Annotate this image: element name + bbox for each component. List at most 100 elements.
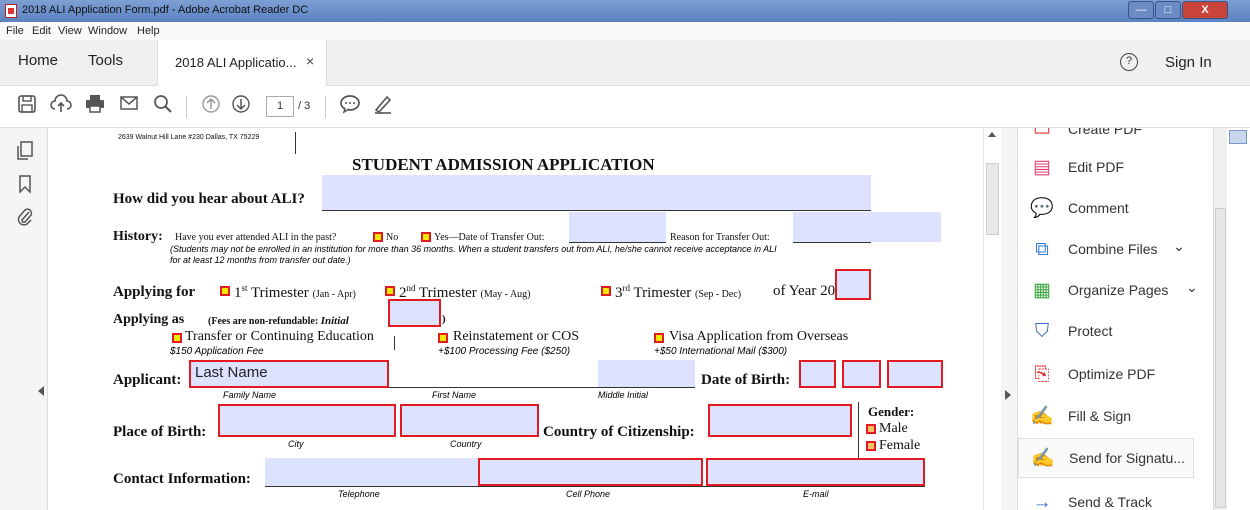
organize-pages-icon: ▦ <box>1033 280 1051 301</box>
transfer-checkbox[interactable] <box>172 333 182 343</box>
menu-file[interactable]: File <box>6 25 24 37</box>
page-up-icon[interactable] <box>198 94 224 118</box>
save-icon[interactable] <box>14 94 40 118</box>
middle-initial-field[interactable] <box>598 360 695 388</box>
fees-note-label: (Fees are non-refundable: Initial <box>208 315 349 327</box>
combine-files-icon: ⧉ <box>1035 239 1049 260</box>
collapse-right-arrow-icon[interactable] <box>1005 390 1011 400</box>
upload-cloud-icon[interactable] <box>48 94 74 118</box>
paperclip-icon[interactable] <box>14 206 36 230</box>
dob-month-field[interactable] <box>799 360 836 388</box>
history-yes-label: Yes—Date of Transfer Out: <box>434 232 545 243</box>
country-caption: Country <box>450 439 482 449</box>
female-checkbox[interactable] <box>866 441 876 451</box>
applying-as-label: Applying as <box>113 312 185 327</box>
reason-field[interactable] <box>793 212 941 242</box>
tab-tools[interactable]: Tools <box>88 52 123 69</box>
tool-edit-pdf[interactable]: ▤ Edit PDF <box>1018 148 1198 188</box>
page-thumbnails-icon[interactable] <box>14 140 36 164</box>
birth-country-field[interactable] <box>400 404 539 437</box>
document-viewer[interactable]: 2639 Walnut Hill Lane #230 Dallas, TX 75… <box>48 128 983 510</box>
tool-label: Comment <box>1068 200 1129 216</box>
hear-about-field[interactable] <box>322 175 871 210</box>
pen-icon[interactable] <box>370 94 396 118</box>
tool-label: Organize Pages <box>1068 282 1169 298</box>
background-window-edge <box>1227 128 1250 510</box>
tool-protect[interactable]: ⛉ Protect <box>1018 312 1198 352</box>
close-button[interactable]: X <box>1182 1 1228 19</box>
fees-note-close: ) <box>442 313 446 325</box>
tab-close-icon[interactable]: × <box>306 53 314 69</box>
first-name-caption: First Name <box>432 390 477 400</box>
page-number-input[interactable]: 1 <box>266 96 294 117</box>
visa-checkbox[interactable] <box>654 333 664 343</box>
dob-day-field[interactable] <box>842 360 881 388</box>
tab-document[interactable]: 2018 ALI Applicatio... × <box>157 40 327 86</box>
chevron-down-icon[interactable]: ⌄ <box>1186 279 1198 296</box>
tool-label: Optimize PDF <box>1068 366 1156 382</box>
print-icon[interactable] <box>82 94 108 118</box>
scroll-up-arrow-icon[interactable] <box>988 132 996 137</box>
tool-optimize-pdf[interactable]: ⎘ Optimize PDF <box>1018 355 1198 395</box>
menu-edit[interactable]: Edit <box>32 25 51 37</box>
cell-phone-field[interactable] <box>478 458 703 486</box>
menu-view[interactable]: View <box>58 25 82 37</box>
tool-organize-pages[interactable]: ▦ Organize Pages ⌄ <box>1018 271 1198 311</box>
scroll-thumb[interactable] <box>986 163 999 235</box>
tool-combine-files[interactable]: ⧉ Combine Files ⌄ <box>1018 230 1198 270</box>
telephone-caption: Telephone <box>338 489 380 499</box>
trimester-3-label: 3rd Trimester (Sep - Dec) <box>615 283 741 302</box>
menu-bar: File Edit View Window Help <box>0 22 1250 40</box>
telephone-field[interactable] <box>265 458 478 486</box>
tools-panel-scrollbar[interactable] <box>1213 128 1227 510</box>
tool-fill-sign[interactable]: ✍ Fill & Sign <box>1018 397 1198 437</box>
fill-sign-icon: ✍ <box>1030 406 1054 427</box>
sign-in-link[interactable]: Sign In <box>1165 54 1212 71</box>
minimize-button[interactable]: — <box>1128 1 1154 19</box>
tool-comment[interactable]: 💬 Comment <box>1018 189 1198 229</box>
history-yes-checkbox[interactable] <box>421 232 431 242</box>
transfer-date-field[interactable] <box>569 212 666 242</box>
email-field[interactable] <box>706 458 925 486</box>
maximize-button[interactable]: □ <box>1155 1 1181 19</box>
menu-help[interactable]: Help <box>137 25 160 37</box>
bookmark-icon[interactable] <box>14 174 36 198</box>
year-field[interactable] <box>835 269 871 300</box>
history-no-checkbox[interactable] <box>373 232 383 242</box>
tool-send-track[interactable]: → Send & Track <box>1018 483 1198 510</box>
male-label: Male <box>879 421 908 436</box>
search-icon[interactable] <box>150 94 176 118</box>
tab-bar: Home Tools 2018 ALI Applicatio... × ? Si… <box>0 40 1250 86</box>
toolbar-divider <box>186 96 187 118</box>
trimester-3-checkbox[interactable] <box>601 286 611 296</box>
optimize-pdf-icon: ⎘ <box>1034 364 1050 385</box>
initial-field[interactable] <box>388 299 441 327</box>
male-checkbox[interactable] <box>866 424 876 434</box>
tab-home[interactable]: Home <box>18 52 58 69</box>
birth-city-field[interactable] <box>218 404 396 437</box>
trimester-1-checkbox[interactable] <box>220 286 230 296</box>
document-scrollbar[interactable] <box>983 128 1001 510</box>
page-total: / 3 <box>298 100 311 112</box>
tool-create-pdf[interactable]: ▭ Create PDF <box>1018 128 1198 150</box>
reinstatement-fee: +$100 Processing Fee ($250) <box>438 346 571 357</box>
reinstatement-checkbox[interactable] <box>438 333 448 343</box>
collapse-left-arrow-icon[interactable] <box>38 386 44 396</box>
trimester-2-dates: (May - Aug) <box>480 289 531 300</box>
dob-year-field[interactable] <box>887 360 943 388</box>
trimester-2-checkbox[interactable] <box>385 286 395 296</box>
tools-scroll-thumb[interactable] <box>1215 208 1226 508</box>
chevron-down-icon[interactable]: ⌄ <box>1173 238 1185 255</box>
citizenship-field[interactable] <box>708 404 852 437</box>
last-name-field[interactable]: Last Name <box>189 360 389 388</box>
tool-send-for-signature[interactable]: ✍ Send for Signatu... <box>1018 438 1194 478</box>
page-down-icon[interactable] <box>228 94 254 118</box>
female-label: Female <box>879 438 921 453</box>
menu-window[interactable]: Window <box>88 25 127 37</box>
left-navigation-rail <box>0 128 48 510</box>
form-title: STUDENT ADMISSION APPLICATION <box>352 155 655 174</box>
comment-icon[interactable] <box>337 94 363 118</box>
email-icon[interactable] <box>116 94 142 118</box>
tab-document-label: 2018 ALI Applicatio... <box>175 55 297 70</box>
help-icon[interactable]: ? <box>1120 53 1138 71</box>
